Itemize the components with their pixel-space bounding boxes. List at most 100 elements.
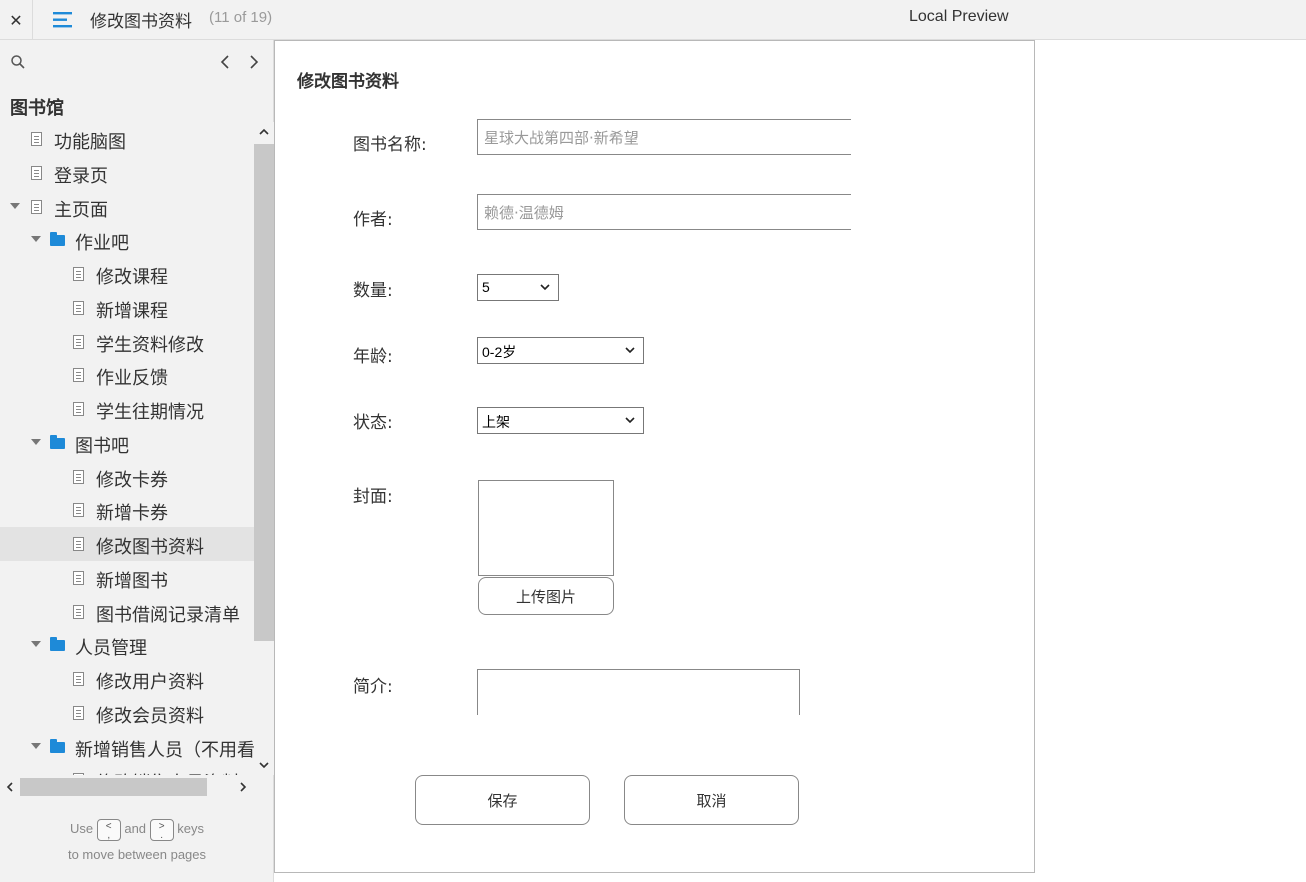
hint-keys: keys xyxy=(177,821,205,836)
save-button[interactable]: 保存 xyxy=(415,775,590,825)
sitemap-root: 图书馆 xyxy=(10,98,64,119)
status-select[interactable]: 上架 xyxy=(477,407,644,434)
age-label: 年龄: xyxy=(353,347,393,367)
page-icon xyxy=(31,166,42,180)
page-icon xyxy=(73,368,84,382)
status-value: 上架 xyxy=(482,414,510,430)
page-icon xyxy=(73,571,84,585)
author-input[interactable]: 赖德·温德姆 xyxy=(477,194,851,230)
scroll-left-icon[interactable] xyxy=(4,781,16,793)
keyboard-hint: Use < , and > . keys to move between pag… xyxy=(0,816,274,868)
sidebar-folder[interactable]: 人员管理 xyxy=(0,628,254,662)
chevron-down-icon xyxy=(625,417,635,424)
page-tree: 功能脑图登录页主页面作业吧修改课程新增课程学生资料修改作业反馈学生往期情况图书吧… xyxy=(0,122,254,775)
sidebar-item[interactable]: 主页面 xyxy=(0,190,254,224)
sidebar-item[interactable]: 修改会员资料 xyxy=(0,696,254,730)
page-count: (11 of 19) xyxy=(209,9,273,26)
sidebar-item[interactable]: 新增课程 xyxy=(0,291,254,325)
search-icon[interactable] xyxy=(10,54,26,70)
page-icon xyxy=(73,605,84,619)
quantity-value: 5 xyxy=(482,279,490,295)
sidebar-item[interactable]: 新增卡券 xyxy=(0,493,254,527)
sidebar-folder[interactable]: 新增销售人员（不用看） xyxy=(0,730,254,764)
intro-textarea[interactable] xyxy=(477,669,800,715)
sidebar-item[interactable]: 修改课程 xyxy=(0,257,254,291)
sidebar-item-label: 功能脑图 xyxy=(54,132,126,153)
sidebar-item-label: 新增卡券 xyxy=(96,503,168,524)
sidebar-item-label: 图书借阅记录清单 xyxy=(96,605,240,626)
top-bar: ✕ 修改图书资料 (11 of 19) Local Preview xyxy=(0,0,1306,40)
prototype-canvas: 修改图书资料 图书名称: 星球大战第四部·新希望 作者: 赖德·温德姆 数量: … xyxy=(274,40,1035,873)
scroll-up-icon[interactable] xyxy=(258,126,270,138)
page-icon xyxy=(73,335,84,349)
expand-triangle-icon[interactable] xyxy=(10,203,20,209)
vertical-scrollbar[interactable] xyxy=(254,122,274,775)
sidebar-item-label: 人员管理 xyxy=(75,638,147,659)
hint-and: and xyxy=(124,821,147,836)
page-icon xyxy=(73,537,84,551)
age-value: 0-2岁 xyxy=(482,344,517,360)
sidebar-item[interactable]: 功能脑图 xyxy=(0,122,254,156)
menu-icon[interactable] xyxy=(52,9,74,31)
cover-label: 封面: xyxy=(353,487,393,507)
sidebar-folder[interactable]: 作业吧 xyxy=(0,223,254,257)
sidebar-item-label: 修改卡券 xyxy=(96,470,168,491)
sidebar-item-label: 修改图书资料 xyxy=(96,537,204,558)
vertical-scroll-thumb[interactable] xyxy=(254,144,274,641)
upload-image-button[interactable]: 上传图片 xyxy=(478,577,614,615)
horizontal-scrollbar[interactable] xyxy=(0,775,254,799)
sidebar-item[interactable]: 修改卡券 xyxy=(0,460,254,494)
sidebar-item[interactable]: 学生资料修改 xyxy=(0,325,254,359)
hint-line2: to move between pages xyxy=(67,847,207,862)
status-label: 状态: xyxy=(353,413,393,433)
book-name-input[interactable]: 星球大战第四部·新希望 xyxy=(477,119,851,155)
page-icon xyxy=(73,470,84,484)
cancel-button[interactable]: 取消 xyxy=(624,775,799,825)
page-icon xyxy=(73,267,84,281)
sidebar-item-label: 作业吧 xyxy=(75,233,129,254)
folder-icon xyxy=(50,637,65,651)
sidebar-item[interactable]: 新增图书 xyxy=(0,561,254,595)
previous-page-icon[interactable] xyxy=(216,52,234,72)
page-icon xyxy=(31,132,42,146)
page-icon xyxy=(73,402,84,416)
sidebar-item[interactable]: 作业反馈 xyxy=(0,358,254,392)
page-icon xyxy=(73,706,84,720)
sidebar-item-label: 修改会员资料 xyxy=(96,706,204,727)
author-label: 作者: xyxy=(353,210,393,230)
sidebar-item-label: 登录页 xyxy=(54,166,108,187)
close-button[interactable]: ✕ xyxy=(0,0,33,40)
sidebar-item[interactable]: 登录页 xyxy=(0,156,254,190)
folder-icon xyxy=(50,739,65,753)
scroll-right-icon[interactable] xyxy=(237,781,249,793)
expand-triangle-icon[interactable] xyxy=(31,236,41,242)
preview-label: Local Preview xyxy=(909,8,1009,25)
prev-key-icon: < , xyxy=(96,818,121,841)
page-icon xyxy=(31,200,42,214)
horizontal-scroll-thumb[interactable] xyxy=(20,778,207,796)
form-title: 修改图书资料 xyxy=(297,72,399,92)
cover-image-placeholder xyxy=(478,480,614,576)
expand-triangle-icon[interactable] xyxy=(31,439,41,445)
age-select[interactable]: 0-2岁 xyxy=(477,337,644,364)
sidebar-item[interactable]: 修改用户资料 xyxy=(0,662,254,696)
sidebar-item-label: 学生往期情况 xyxy=(96,402,204,423)
sidebar-item-label: 新增课程 xyxy=(96,301,168,322)
sidebar-item-label: 新增销售人员（不用看） xyxy=(75,740,254,761)
folder-icon xyxy=(50,435,65,449)
sidebar-item[interactable]: 图书借阅记录清单 xyxy=(0,595,254,629)
sidebar-item-label: 作业反馈 xyxy=(96,368,168,389)
sidebar-item[interactable]: 修改销售人员资料 xyxy=(0,763,254,775)
sidebar-folder[interactable]: 图书吧 xyxy=(0,426,254,460)
sidebar-item-label: 图书吧 xyxy=(75,436,129,457)
sidebar-item[interactable]: 修改图书资料 xyxy=(0,527,254,561)
page-icon xyxy=(73,503,84,517)
quantity-select[interactable]: 5 xyxy=(477,274,559,301)
next-page-icon[interactable] xyxy=(245,52,263,72)
scroll-down-icon[interactable] xyxy=(258,759,270,771)
book-name-label: 图书名称: xyxy=(353,135,427,155)
expand-triangle-icon[interactable] xyxy=(31,641,41,647)
sidebar-item[interactable]: 学生往期情况 xyxy=(0,392,254,426)
chevron-down-icon xyxy=(625,347,635,354)
expand-triangle-icon[interactable] xyxy=(31,743,41,749)
